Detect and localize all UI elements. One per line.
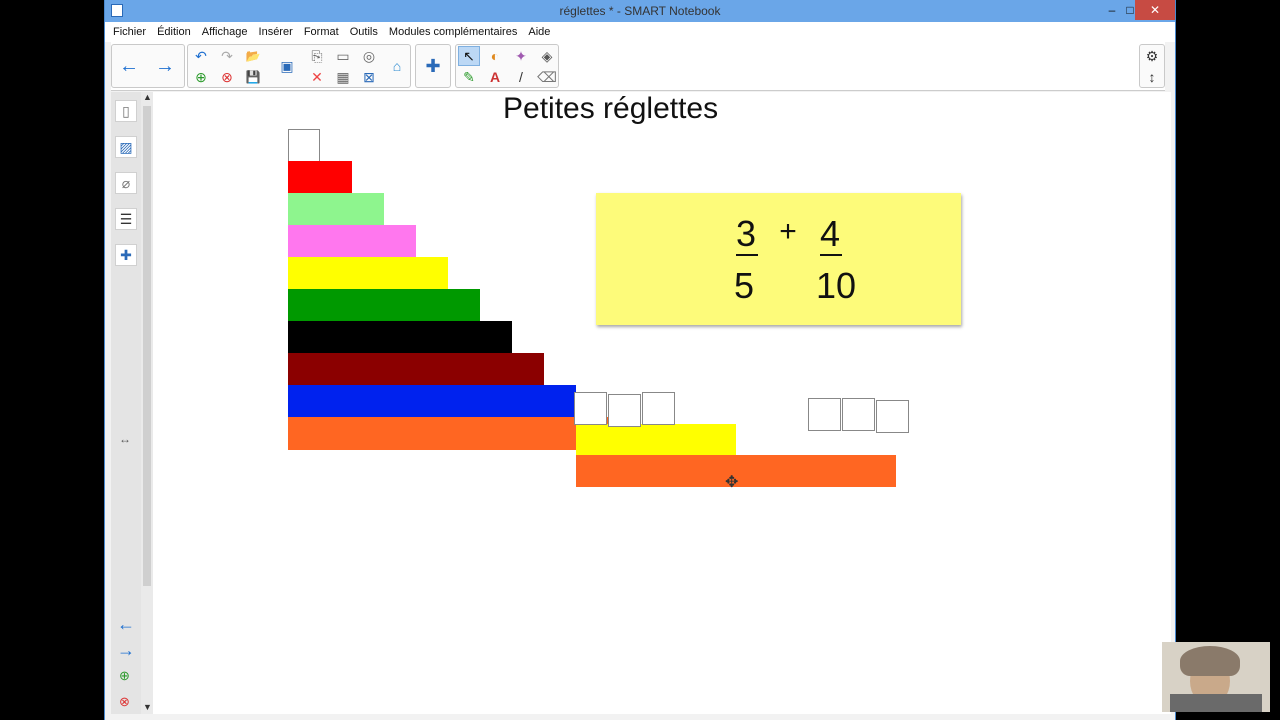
select-icon[interactable]: ↖ bbox=[458, 46, 480, 66]
properties-icon[interactable]: ☰ bbox=[115, 208, 137, 230]
rod-6[interactable] bbox=[288, 289, 480, 322]
menu-fichier[interactable]: Fichier bbox=[109, 22, 150, 42]
menu-inserer[interactable]: Insérer bbox=[255, 22, 297, 42]
next-page-icon[interactable]: → bbox=[117, 640, 135, 661]
window-title: réglettes * - SMART Notebook bbox=[559, 4, 721, 18]
pen-icon[interactable]: ✎ bbox=[458, 67, 480, 87]
menu-modules[interactable]: Modules complémentaires bbox=[385, 22, 521, 42]
rod-8[interactable] bbox=[288, 353, 544, 386]
home-icon[interactable]: ⌂ bbox=[386, 56, 408, 76]
tools-group: ↖ ◐ ✦ ◈ ✎ A / ⌫ bbox=[455, 44, 559, 88]
rod-9[interactable] bbox=[288, 385, 576, 418]
settings-icon[interactable]: ⚙ bbox=[1141, 46, 1163, 66]
edit-group: ↶ ↷ 📂 💾 ⊕ ⊗ ▣ ⎘ ✕ ▭ ▦ ◎ ⊠ ⌂ bbox=[187, 44, 411, 88]
rod-7[interactable] bbox=[288, 321, 512, 354]
rod-1[interactable] bbox=[288, 129, 320, 162]
menu-bar: Fichier Édition Affichage Insérer Format… bbox=[105, 22, 1175, 42]
page-title[interactable]: Petites réglettes bbox=[503, 92, 718, 126]
undo-icon[interactable]: ↶ bbox=[190, 46, 212, 66]
menu-outils[interactable]: Outils bbox=[346, 22, 382, 42]
shapes-icon[interactable]: ◐ bbox=[484, 46, 506, 66]
rod-2[interactable] bbox=[288, 161, 352, 194]
menu-edition[interactable]: Édition bbox=[153, 22, 195, 42]
line-icon[interactable]: / bbox=[510, 67, 532, 87]
rod-10[interactable] bbox=[288, 417, 608, 450]
rod-5[interactable] bbox=[288, 257, 448, 290]
add-page-side-icon[interactable]: ⊕ bbox=[119, 668, 130, 684]
presenter-shoulders bbox=[1170, 694, 1262, 712]
rod-4[interactable] bbox=[288, 225, 416, 258]
toolbar: ← → ↶ ↷ 📂 💾 ⊕ ⊗ ▣ ⎘ ✕ ▭ ▦ ◎ ⊠ ⌂ ✚ ↖ ◐ ✦ … bbox=[111, 42, 1165, 91]
side-tabs: ▯ ▨ ⌀ ☰ ✚ ↔ ← → ⊕ ⊗ bbox=[111, 92, 142, 714]
addon-group: ✚ bbox=[415, 44, 451, 88]
addons-icon[interactable]: ✚ bbox=[115, 244, 137, 266]
workspace-unit-square-left[interactable] bbox=[574, 392, 607, 425]
scroll-down-icon[interactable]: ▼ bbox=[143, 702, 152, 712]
save-icon[interactable]: 💾 bbox=[242, 67, 264, 87]
forward-icon[interactable]: → bbox=[154, 55, 176, 77]
display-icon[interactable]: ▣ bbox=[276, 56, 298, 76]
delete-page-side-icon[interactable]: ⊗ bbox=[119, 694, 130, 710]
eraser-icon[interactable]: ⌫ bbox=[536, 67, 558, 87]
fraction-right-denominator: 10 bbox=[815, 265, 857, 306]
table-icon[interactable]: ▦ bbox=[332, 67, 354, 87]
puzzle-icon[interactable]: ✚ bbox=[422, 56, 444, 76]
fraction-left-bar bbox=[736, 254, 758, 256]
workspace-unit-square-left[interactable] bbox=[608, 394, 641, 427]
text-icon[interactable]: A bbox=[484, 67, 506, 87]
gallery-icon[interactable]: ▨ bbox=[115, 136, 137, 158]
screen-shade-icon[interactable]: ▭ bbox=[332, 46, 354, 66]
move-toolbar-icon[interactable]: ↕ bbox=[1141, 67, 1163, 87]
webcam-overlay bbox=[1162, 642, 1270, 712]
fraction-left-denominator: 5 bbox=[733, 265, 755, 306]
fill-icon[interactable]: ◈ bbox=[536, 46, 558, 66]
workspace-yellow-rod[interactable] bbox=[576, 424, 736, 456]
scroll-up-icon[interactable]: ▲ bbox=[143, 92, 152, 102]
vertical-scrollbar[interactable]: ▲ ▼ bbox=[141, 92, 153, 714]
move-cursor-icon: ✥ bbox=[725, 474, 739, 491]
title-bar: réglettes * - SMART Notebook – □ ✕ bbox=[105, 0, 1175, 22]
back-icon[interactable]: ← bbox=[118, 55, 140, 77]
open-icon[interactable]: 📂 bbox=[242, 46, 264, 66]
paste-icon[interactable]: ⎘ bbox=[306, 46, 328, 66]
delete-page-icon[interactable]: ⊗ bbox=[216, 67, 238, 87]
close-button[interactable]: ✕ bbox=[1135, 0, 1175, 20]
magic-pen-icon[interactable]: ✦ bbox=[510, 46, 532, 66]
scroll-thumb[interactable] bbox=[143, 106, 151, 586]
delete-icon[interactable]: ✕ bbox=[306, 67, 328, 87]
fraction-right-bar bbox=[820, 254, 842, 256]
add-page-icon[interactable]: ⊕ bbox=[190, 67, 212, 87]
plus-operator: + bbox=[779, 215, 797, 248]
workspace-unit-square-left[interactable] bbox=[642, 392, 675, 425]
previous-page-icon[interactable]: ← bbox=[117, 614, 135, 635]
navigation-group: ← → bbox=[111, 44, 185, 88]
smart-notebook-window: réglettes * - SMART Notebook – □ ✕ Fichi… bbox=[104, 0, 1270, 720]
resize-sidebar-icon[interactable]: ↔ bbox=[119, 432, 131, 446]
settings-group: ⚙ ↕ bbox=[1139, 44, 1165, 88]
fraction-card[interactable]: 3 5 + 4 10 bbox=[596, 193, 961, 325]
menu-aide[interactable]: Aide bbox=[524, 22, 554, 42]
menu-affichage[interactable]: Affichage bbox=[198, 22, 252, 42]
presenter-hair bbox=[1180, 646, 1240, 676]
capture-icon[interactable]: ◎ bbox=[358, 46, 380, 66]
menu-format[interactable]: Format bbox=[300, 22, 343, 42]
page-sorter-icon[interactable]: ▯ bbox=[115, 100, 137, 122]
redo-icon[interactable]: ↷ bbox=[216, 46, 238, 66]
workspace-unit-square-right[interactable] bbox=[842, 398, 875, 431]
attachments-icon[interactable]: ⌀ bbox=[115, 172, 137, 194]
notebook-page[interactable]: Petites réglettes 3 5 + 4 10 ✥ bbox=[153, 92, 1171, 714]
fraction-right-numerator: 4 bbox=[819, 213, 841, 254]
rod-3[interactable] bbox=[288, 193, 384, 226]
workspace-unit-square-right[interactable] bbox=[876, 400, 909, 433]
full-screen-icon[interactable]: ⊠ bbox=[358, 67, 380, 87]
fraction-left-numerator: 3 bbox=[735, 213, 757, 254]
workspace-unit-square-right[interactable] bbox=[808, 398, 841, 431]
